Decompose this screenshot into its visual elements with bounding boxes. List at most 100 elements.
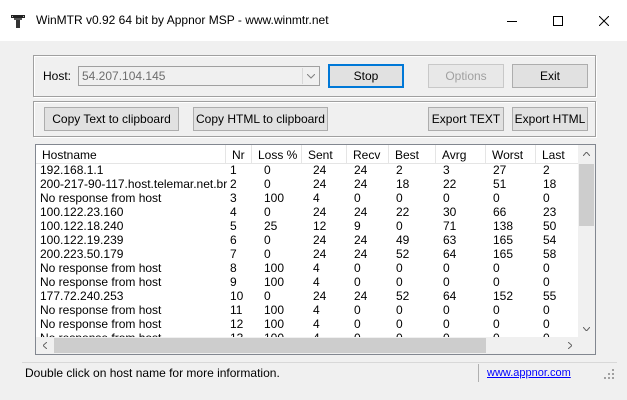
- table-cell: 0: [396, 261, 403, 275]
- vertical-scrollbar[interactable]: [578, 145, 595, 337]
- chevron-right-icon: [567, 342, 572, 349]
- table-cell: 0: [396, 303, 403, 317]
- table-cell: 0: [396, 317, 403, 331]
- hostname-cell[interactable]: 200-217-90-117.host.telemar.net.br: [38, 177, 227, 191]
- table-cell: 0: [396, 191, 403, 205]
- table-cell: 24: [313, 233, 327, 247]
- table-row[interactable]: No response from host 12 100 4 0 0 0 0 0: [36, 317, 580, 331]
- column-header-last[interactable]: Last: [536, 145, 580, 163]
- minimize-button[interactable]: [489, 0, 535, 41]
- hostname-cell[interactable]: No response from host: [38, 261, 161, 275]
- maximize-icon: [553, 15, 563, 26]
- hostname-cell[interactable]: 177.72.240.253: [38, 289, 123, 303]
- options-button-label: Options: [445, 69, 487, 83]
- column-header-hostname[interactable]: Hostname: [36, 145, 226, 163]
- exit-button[interactable]: Exit: [512, 64, 588, 88]
- column-header-best[interactable]: Best: [389, 145, 436, 163]
- appnor-link[interactable]: www.appnor.com: [487, 367, 571, 379]
- table-cell: 0: [543, 303, 550, 317]
- table-row[interactable]: No response from host 11 100 4 0 0 0 0 0: [36, 303, 580, 317]
- hostname-cell[interactable]: No response from host: [38, 275, 161, 289]
- table-row[interactable]: 200-217-90-117.host.telemar.net.br 2 0 24 24…: [36, 177, 580, 191]
- table-row[interactable]: 200.223.50.179 7 0 24 24 52 64 165 58: [36, 247, 580, 261]
- table-cell: 2: [396, 163, 403, 177]
- table-cell: 0: [354, 275, 361, 289]
- table-cell: 0: [443, 303, 450, 317]
- table-cell: 58: [543, 247, 557, 261]
- column-header-loss[interactable]: Loss %: [252, 145, 302, 163]
- copy-html-button[interactable]: Copy HTML to clipboard: [193, 107, 328, 131]
- hostname-cell[interactable]: No response from host: [38, 317, 161, 331]
- table-cell: 51: [493, 177, 507, 191]
- resize-grip-icon[interactable]: [604, 369, 614, 379]
- table-cell: 24: [313, 205, 327, 219]
- table-row[interactable]: 100.122.19.239 6 0 24 24 49 63 165 54: [36, 233, 580, 247]
- table-row[interactable]: No response from host 3 100 4 0 0 0 0 0: [36, 191, 580, 205]
- scroll-up-button[interactable]: [578, 145, 595, 162]
- horizontal-scrollbar[interactable]: [36, 337, 578, 354]
- winmtr-window: WinMTR v0.92 64 bit by Appnor MSP - www.…: [0, 0, 627, 400]
- exit-button-label: Exit: [539, 69, 560, 83]
- table-cell: 66: [493, 205, 507, 219]
- table-row[interactable]: No response from host 9 100 4 0 0 0 0 0: [36, 275, 580, 289]
- hostname-cell[interactable]: 200.223.50.179: [38, 247, 123, 261]
- copy-text-button[interactable]: Copy Text to clipboard: [44, 107, 179, 131]
- export-text-button[interactable]: Export TEXT: [428, 107, 504, 131]
- table-cell: 100: [264, 317, 285, 331]
- vertical-scroll-thumb[interactable]: [579, 164, 594, 226]
- options-button[interactable]: Options: [428, 64, 504, 88]
- table-cell: 5: [230, 219, 237, 233]
- close-button[interactable]: [581, 0, 627, 41]
- table-cell: 27: [493, 163, 507, 177]
- table-cell: 30: [443, 205, 457, 219]
- table-row[interactable]: No response from host 8 100 4 0 0 0 0 0: [36, 261, 580, 275]
- column-header-nr[interactable]: Nr: [226, 145, 252, 163]
- hostname-cell[interactable]: 100.122.23.160: [38, 205, 123, 219]
- table-row[interactable]: 177.72.240.253 10 0 24 24 52 64 152 55: [36, 289, 580, 303]
- horizontal-scroll-thumb[interactable]: [54, 338, 486, 353]
- host-combobox[interactable]: 54.207.104.145: [78, 66, 320, 86]
- close-icon: [599, 15, 609, 26]
- table-cell: 0: [443, 191, 450, 205]
- table-body: 192.168.1.1 1 0 24 24 2 3 27 2 200-217-90-117.hos…: [36, 163, 580, 339]
- table-cell: 24: [354, 163, 368, 177]
- hostname-cell[interactable]: 192.168.1.1: [38, 163, 103, 177]
- combo-dropdown-button[interactable]: [302, 68, 318, 84]
- hostname-cell[interactable]: 100.122.19.239: [38, 233, 123, 247]
- column-header-worst[interactable]: Worst: [486, 145, 536, 163]
- hostname-cell[interactable]: No response from host: [38, 303, 161, 317]
- table-cell: 0: [493, 191, 500, 205]
- scroll-right-button[interactable]: [561, 337, 578, 354]
- table-cell: 24: [354, 205, 368, 219]
- table-row[interactable]: 192.168.1.1 1 0 24 24 2 3 27 2: [36, 163, 580, 177]
- table-cell: 165: [493, 233, 514, 247]
- stop-button[interactable]: Stop: [328, 64, 404, 88]
- table-cell: 71: [443, 219, 457, 233]
- column-header-avrg[interactable]: Avrg: [436, 145, 486, 163]
- table-cell: 64: [443, 247, 457, 261]
- hostname-cell[interactable]: 100.122.18.240: [38, 219, 123, 233]
- table-cell: 9: [354, 219, 361, 233]
- table-cell: 2: [543, 163, 550, 177]
- maximize-button[interactable]: [535, 0, 581, 41]
- column-header-sent[interactable]: Sent: [302, 145, 347, 163]
- table-cell: 0: [264, 289, 271, 303]
- scroll-down-button[interactable]: [578, 320, 595, 337]
- table-cell: 165: [493, 247, 514, 261]
- column-header-recv[interactable]: Recv: [347, 145, 389, 163]
- title-bar[interactable]: WinMTR v0.92 64 bit by Appnor MSP - www.…: [0, 0, 627, 41]
- scroll-left-button[interactable]: [36, 337, 53, 354]
- stop-button-label: Stop: [353, 69, 379, 83]
- host-value[interactable]: 54.207.104.145: [82, 69, 165, 83]
- host-label: Host:: [43, 69, 72, 83]
- table-row[interactable]: 100.122.18.240 5 25 12 9 0 71 138 50: [36, 219, 580, 233]
- minimize-icon: [507, 20, 517, 22]
- export-html-button[interactable]: Export HTML: [512, 107, 588, 131]
- table-row[interactable]: 100.122.23.160 4 0 24 24 22 30 66 23: [36, 205, 580, 219]
- hostname-cell[interactable]: No response from host: [38, 191, 161, 205]
- table-cell: 4: [313, 191, 320, 205]
- table-cell: 24: [313, 247, 327, 261]
- table-cell: 3: [443, 163, 450, 177]
- results-table[interactable]: Hostname Nr Loss % Sent Recv Best Avrg W…: [35, 144, 596, 355]
- table-cell: 0: [396, 275, 403, 289]
